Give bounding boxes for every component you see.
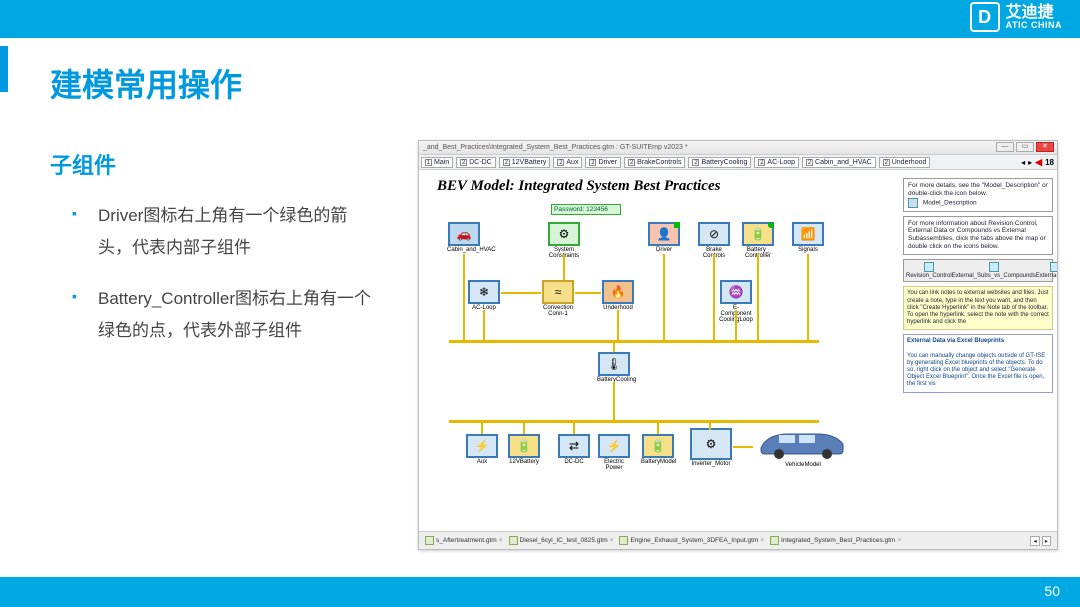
tab-jump-icon[interactable]: ◀ xyxy=(1035,157,1042,168)
model-tab[interactable]: 2AC-Loop xyxy=(754,157,799,168)
diagram-title: BEV Model: Integrated System Best Practi… xyxy=(437,178,720,195)
window-titlebar: _and_Best_Practices\Integrated_System_Be… xyxy=(419,141,1057,155)
block-underhood[interactable]: 🔥Underhood xyxy=(601,280,635,311)
model-tab[interactable]: 2Cabin_and_HVAC xyxy=(802,157,876,168)
block-electric-power[interactable]: ⚡Electric Power xyxy=(597,434,631,471)
info-box-1: For more details, see the "Model_Descrip… xyxy=(903,178,1053,212)
model-description-icon[interactable] xyxy=(908,198,918,208)
tab-count: 18 xyxy=(1045,158,1054,167)
footer-strip xyxy=(0,577,1080,607)
wire xyxy=(563,254,565,280)
model-canvas[interactable]: BEV Model: Integrated System Best Practi… xyxy=(419,170,1057,531)
model-tab[interactable]: 2Aux xyxy=(553,157,582,168)
wire xyxy=(807,254,809,340)
model-tab[interactable]: 2DC-DC xyxy=(456,157,496,168)
window-close[interactable]: ✕ xyxy=(1036,142,1054,152)
page-number: 50 xyxy=(1044,583,1060,599)
info-box-2: For more information about Revision Cont… xyxy=(903,216,1053,255)
file-tab[interactable]: s_Aftertreatment.gtm× xyxy=(425,536,503,545)
wire xyxy=(657,422,659,434)
revision-item[interactable]: Revision_Control xyxy=(906,262,952,280)
tab-scroll-left[interactable]: ◂ xyxy=(1021,158,1025,167)
file-tab[interactable]: Diesel_6cyl_IC_test_0825.gtm× xyxy=(509,536,614,545)
green-dot-mark xyxy=(768,222,774,228)
bullet-item: Driver图标右上角有一个绿色的箭头，代表内部子组件 xyxy=(72,200,372,265)
accent-block xyxy=(0,46,8,92)
header-strip xyxy=(0,0,1080,38)
tab-scroll-right[interactable]: ▸ xyxy=(1028,158,1032,167)
bus-line xyxy=(449,420,819,423)
file-tabbar: s_Aftertreatment.gtm× Diesel_6cyl_IC_tes… xyxy=(419,531,1057,549)
slide-subtitle: 子组件 xyxy=(50,148,116,180)
info-pane: For more details, see the "Model_Descrip… xyxy=(903,178,1053,393)
password-note: Password: 123456 xyxy=(551,204,621,215)
wire xyxy=(617,310,619,340)
brand-logo: D 艾迪捷 ATIC CHINA xyxy=(970,2,1062,32)
wire xyxy=(575,292,601,294)
block-convection[interactable]: ≈Convection Conn-1 xyxy=(541,280,575,317)
block-inverter-motor[interactable]: ⚙Inverter_Motor xyxy=(689,428,733,467)
wire xyxy=(709,422,711,430)
wire xyxy=(523,422,525,434)
wire xyxy=(501,292,541,294)
window-maximize[interactable]: ▭ xyxy=(1016,142,1034,152)
block-aux[interactable]: ⚡Aux xyxy=(465,434,499,465)
green-arrow-mark xyxy=(674,222,680,228)
block-12v-battery[interactable]: 🔋12VBattery xyxy=(507,434,541,465)
model-tab[interactable]: 212VBattery xyxy=(499,157,551,168)
model-tab[interactable]: 2Underhood xyxy=(879,157,931,168)
wire xyxy=(713,254,715,340)
file-scroll-right[interactable]: ▸ xyxy=(1042,536,1051,546)
bullet-item: Battery_Controller图标右上角有一个绿色的点，代表外部子组件 xyxy=(72,283,372,348)
wire xyxy=(613,342,615,352)
window-minimize[interactable]: — xyxy=(996,142,1014,152)
wire xyxy=(481,422,483,434)
block-dc-dc[interactable]: ⇄DC-DC xyxy=(557,434,591,465)
wire xyxy=(463,254,465,340)
model-tab[interactable]: 2BatteryCooling xyxy=(688,157,751,168)
yellow-note: You can link notes to external websites … xyxy=(903,286,1053,330)
model-tab[interactable]: 2BrakeControls xyxy=(624,157,685,168)
bus-line xyxy=(449,340,819,343)
wire xyxy=(573,422,575,434)
revision-row: Revision_Control External_Subs_vs_Compou… xyxy=(903,259,1053,283)
wire xyxy=(733,446,753,448)
bullet-list: Driver图标右上角有一个绿色的箭头，代表内部子组件 Battery_Cont… xyxy=(72,200,372,365)
file-tab[interactable]: Integrated_System_Best_Practices.gtm× xyxy=(770,536,901,545)
wire xyxy=(483,310,485,340)
wire xyxy=(663,254,665,340)
block-vehicle-model[interactable]: VehicleModel xyxy=(753,424,853,460)
window-path: _and_Best_Practices\Integrated_System_Be… xyxy=(423,144,688,151)
model-tabbar: 1Main 2DC-DC 212VBattery 2Aux 2Driver 2B… xyxy=(419,155,1057,170)
block-signals[interactable]: 📶Signals xyxy=(791,222,825,253)
file-tab[interactable]: Engine_Exhaust_System_3DFEA_Input.gtm× xyxy=(619,536,764,545)
block-driver[interactable]: 👤Driver xyxy=(647,222,681,253)
model-tab[interactable]: 2Driver xyxy=(585,157,621,168)
block-cabin[interactable]: 🚗Cabin_and_HVAC xyxy=(447,222,481,253)
block-ac-loop[interactable]: ❄AC-Loop xyxy=(467,280,501,311)
slide-title: 建模常用操作 xyxy=(50,60,242,106)
file-scroll-left[interactable]: ◂ xyxy=(1030,536,1039,546)
wire xyxy=(735,310,737,340)
logo-mark: D xyxy=(970,2,1000,32)
model-tab[interactable]: 1Main xyxy=(421,157,453,168)
blue-note: External Data via Excel Blueprints You c… xyxy=(903,334,1053,392)
brand-cn: 艾迪捷 xyxy=(1006,5,1062,21)
revision-item[interactable]: External_Subs_vs_Compounds xyxy=(952,262,1036,280)
block-battery-model[interactable]: 🔋BatteryModel xyxy=(641,434,675,465)
app-screenshot: _and_Best_Practices\Integrated_System_Be… xyxy=(418,140,1058,550)
revision-item[interactable]: External_Data xyxy=(1036,262,1057,280)
wire xyxy=(757,254,759,340)
block-battery-cooling[interactable]: 🌡BatteryCooling xyxy=(597,352,631,383)
car-icon xyxy=(753,424,853,460)
brand-en: ATIC CHINA xyxy=(1006,21,1062,30)
wire xyxy=(613,382,615,420)
